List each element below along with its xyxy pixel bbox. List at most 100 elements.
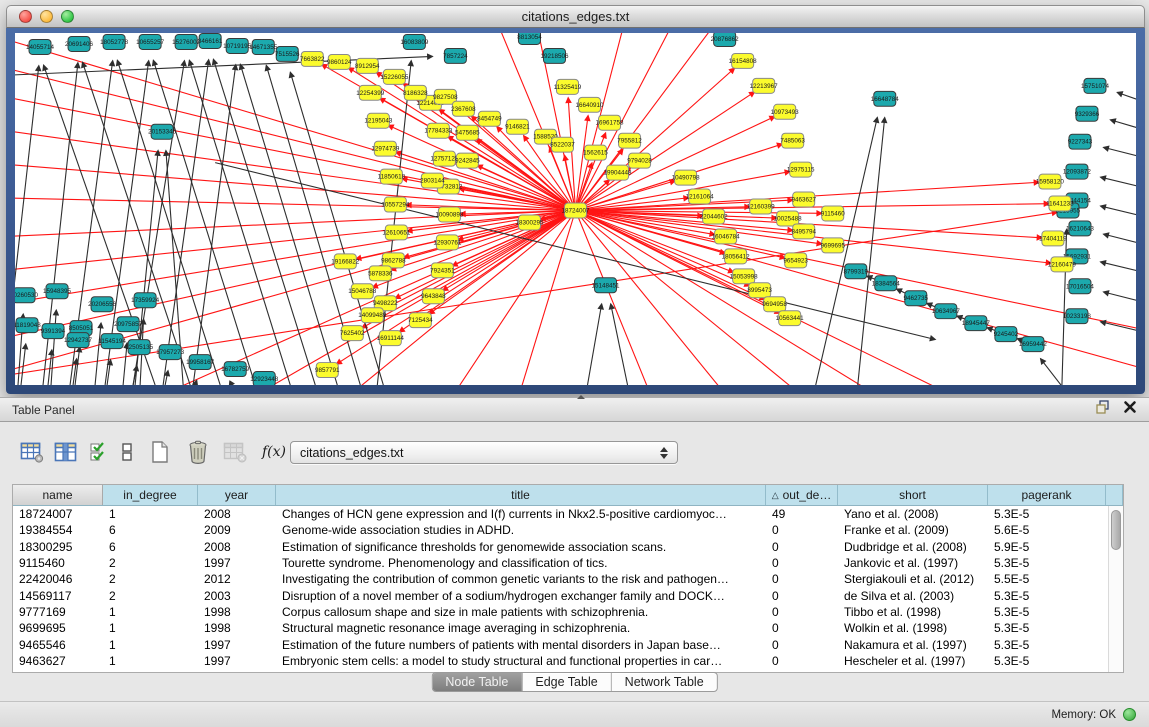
delete-table-icon[interactable] (180, 438, 216, 466)
graph-node[interactable]: 10557294 (381, 197, 410, 212)
graph-node[interactable]: 16210643 (1066, 221, 1095, 236)
graph-node[interactable]: 11325419 (554, 79, 582, 94)
graph-node[interactable]: 8186328 (403, 85, 428, 100)
graph-node[interactable]: 8495794 (791, 224, 816, 239)
graph-edge[interactable] (15, 163, 576, 211)
graph-node[interactable]: 12160479 (1048, 257, 1077, 272)
column-header-short[interactable]: short (838, 485, 988, 505)
tab-node-table[interactable]: Node Table (432, 673, 522, 691)
graph-node[interactable]: 9699695 (820, 238, 845, 253)
graph-node[interactable]: 12213967 (750, 78, 779, 93)
graph-node[interactable]: 11819048 (15, 318, 41, 333)
graph-node[interactable]: 15276002 (172, 34, 201, 49)
graph-node[interactable]: 12974739 (371, 141, 400, 156)
graph-node[interactable]: 15053998 (730, 269, 759, 284)
graph-node[interactable]: 16640910 (576, 97, 605, 112)
minimize-button[interactable] (40, 10, 53, 23)
graph-node[interactable]: 9860124 (327, 54, 352, 69)
tab-edge-table[interactable]: Edge Table (522, 673, 611, 691)
graph-edge[interactable] (1104, 292, 1136, 302)
graph-node[interactable]: 12930761 (433, 235, 462, 250)
graph-node[interactable]: 7125434 (408, 313, 433, 328)
graph-node[interactable]: 15046788 (348, 284, 377, 299)
graph-node[interactable]: 10973493 (771, 104, 800, 119)
graph-node[interactable]: 11641233 (1046, 196, 1074, 211)
column-header-pagerank[interactable]: pagerank (988, 485, 1106, 505)
zoom-button[interactable] (61, 10, 74, 23)
graph-node[interactable]: 12254399 (356, 85, 385, 100)
column-header-name[interactable]: name (13, 485, 103, 505)
graph-edge[interactable] (576, 68, 735, 210)
graph-node[interactable]: 9245402 (994, 327, 1019, 342)
network-graph-svg[interactable]: 1405571420691406180527781065525715276002… (15, 33, 1136, 385)
graph-node[interactable]: 18056412 (722, 249, 751, 264)
graph-node[interactable]: 9462735 (904, 291, 929, 306)
graph-edge[interactable] (193, 65, 236, 385)
table-row[interactable]: 1872400712008Changes of HCN gene express… (13, 506, 1123, 522)
column-header-in_degree[interactable]: in_degree (103, 485, 198, 505)
column-header-year[interactable]: year (198, 485, 276, 505)
graph-node[interactable]: 12975115 (787, 162, 815, 177)
graph-node[interactable]: 10233198 (1063, 309, 1092, 324)
new-table-icon[interactable] (140, 438, 180, 466)
graph-node[interactable]: 20260530 (15, 288, 39, 303)
graph-edge[interactable] (1104, 147, 1136, 157)
graph-node[interactable]: 12610651 (382, 225, 411, 240)
graph-node[interactable]: 18945447 (962, 316, 991, 331)
table-row[interactable]: 1830029562008Estimation of significance … (13, 539, 1123, 555)
graph-node[interactable]: 19904448 (604, 165, 633, 180)
graph-node[interactable]: 7485063 (780, 133, 805, 148)
graph-node[interactable]: 10719195 (223, 38, 252, 53)
graph-node[interactable]: 14099489 (358, 308, 387, 323)
table-row[interactable]: 911546021997Tourette syndrome. Phenomeno… (13, 555, 1123, 571)
panel-resize-grip[interactable] (575, 394, 585, 399)
graph-node[interactable]: 9242845 (455, 153, 480, 168)
graph-node[interactable]: 17784333 (424, 123, 453, 138)
table-select-dropdown[interactable]: citations_edges.txt (290, 441, 678, 464)
graph-node[interactable]: 2803144 (420, 173, 445, 188)
graph-node[interactable]: 12160399 (747, 199, 776, 214)
selection-mode-icon[interactable] (114, 438, 140, 466)
graph-node[interactable]: 16648784 (871, 91, 900, 106)
graph-edge[interactable] (1101, 262, 1136, 272)
graph-node[interactable]: 10655257 (136, 34, 165, 49)
graph-edge[interactable] (213, 59, 315, 385)
graph-edge[interactable] (382, 210, 575, 310)
graph-node[interactable]: 5878336 (368, 266, 393, 281)
graph-node[interactable]: 16154808 (729, 53, 758, 68)
graph-node[interactable]: 7663822 (300, 51, 325, 66)
graph-node[interactable]: 18052778 (100, 34, 129, 49)
graph-node[interactable]: 10490798 (672, 170, 701, 185)
graph-node[interactable]: 7924351 (430, 263, 455, 278)
graph-node[interactable]: 9694958 (762, 297, 787, 312)
graph-node[interactable]: 20206556 (88, 297, 117, 312)
function-builder-icon[interactable]: f(x) (254, 438, 294, 466)
graph-edge[interactable] (445, 210, 575, 385)
graph-edge[interactable] (15, 210, 576, 377)
graph-edge[interactable] (195, 380, 197, 385)
graph-node[interactable]: 19166822 (331, 254, 360, 269)
graph-node[interactable]: 15226055 (380, 69, 409, 84)
graph-node[interactable]: 11850618 (378, 169, 406, 184)
graph-node[interactable]: 20876862 (711, 33, 740, 46)
graph-node[interactable]: 9857791 (315, 363, 340, 378)
graph-edge[interactable] (1117, 92, 1136, 101)
graph-edge[interactable] (15, 66, 39, 385)
graph-node[interactable]: 12093872 (1063, 164, 1092, 179)
graph-node[interactable]: 16959442 (1019, 337, 1048, 352)
window-titlebar[interactable]: citations_edges.txt (6, 5, 1145, 28)
graph-edge[interactable] (1101, 177, 1136, 187)
table-row[interactable]: 946554611997Estimation of the future num… (13, 636, 1123, 652)
graph-node[interactable]: 20975857 (114, 317, 143, 332)
graph-node[interactable]: 1562615 (583, 145, 608, 160)
table-row[interactable]: 946362711997Embryonic stem cells: a mode… (13, 653, 1123, 669)
close-panel-icon[interactable] (1123, 400, 1137, 419)
graph-edge[interactable] (51, 310, 56, 385)
graph-edge[interactable] (165, 371, 168, 385)
table-row[interactable]: 1456911722003Disruption of a novel membe… (13, 587, 1123, 603)
graph-node[interactable]: 5475685 (455, 125, 480, 140)
graph-edge[interactable] (95, 323, 101, 385)
graph-node[interactable]: 8466161 (198, 33, 223, 48)
graph-node[interactable]: 9391394 (41, 324, 66, 339)
graph-edge[interactable] (1104, 234, 1136, 244)
